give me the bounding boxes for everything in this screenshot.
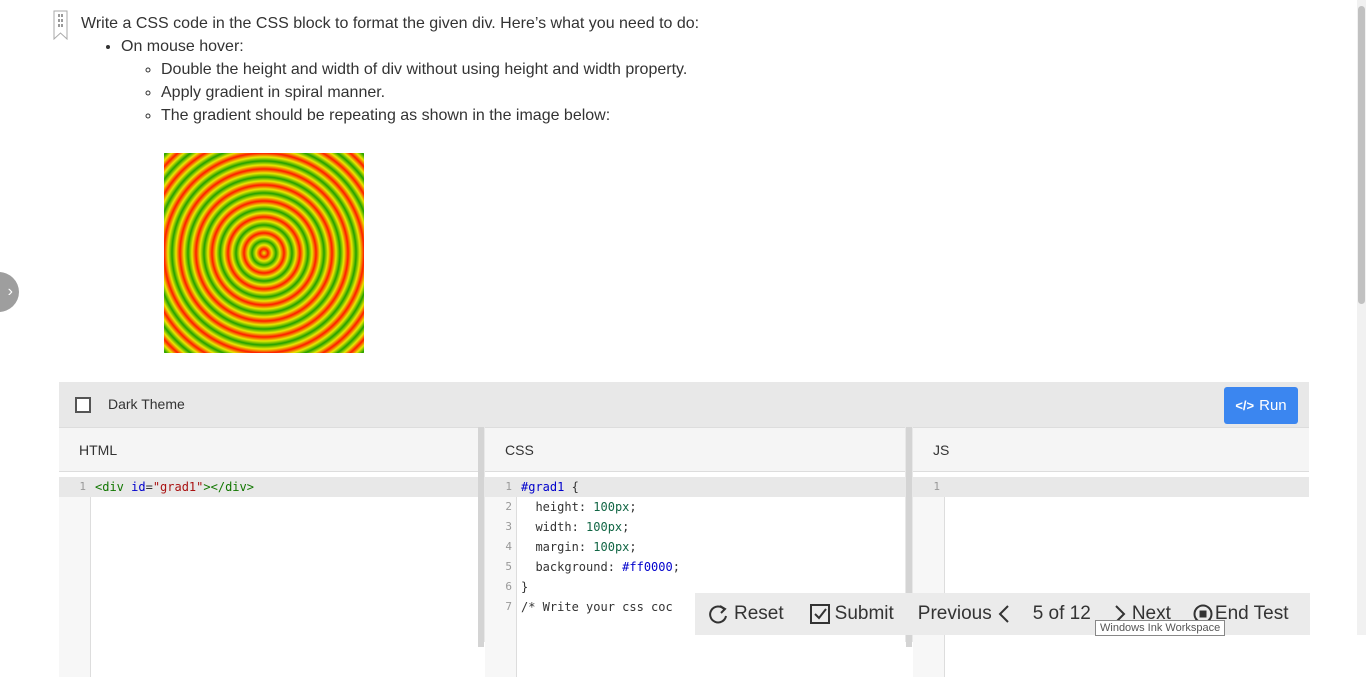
- checkbox-icon: [809, 604, 830, 624]
- bullet-item: On mouse hover: Double the height and wi…: [121, 35, 699, 127]
- side-panel-toggle[interactable]: ›: [0, 272, 19, 312]
- bookmark-icon[interactable]: [53, 10, 68, 40]
- subbullet-item: Double the height and width of div witho…: [161, 58, 699, 81]
- pane-resize-handle[interactable]: [478, 427, 484, 647]
- page-scrollbar[interactable]: [1357, 0, 1366, 635]
- html-line-1-text: <div id="grad1"></div>: [95, 480, 254, 494]
- html-pane: HTML 1 <div id="grad1"></div>: [59, 427, 478, 677]
- reset-button[interactable]: Reset: [707, 603, 784, 625]
- page-indicator: 5 of 12: [1032, 603, 1091, 624]
- tooltip: Windows Ink Workspace: [1095, 620, 1226, 636]
- editor-toolbar: Dark Theme </> Run: [59, 382, 1309, 427]
- previous-button[interactable]: Previous: [918, 603, 1011, 625]
- submit-button[interactable]: Submit: [809, 603, 894, 625]
- dark-theme-checkbox[interactable]: [75, 397, 91, 413]
- code-line[interactable]: 1: [913, 477, 1309, 497]
- code-line[interactable]: 1 <div id="grad1"></div>: [59, 477, 478, 497]
- code-line[interactable]: 4 margin: 100px;: [485, 537, 905, 557]
- html-pane-title: HTML: [59, 428, 478, 472]
- reset-icon: [709, 605, 727, 624]
- css-pane-title: CSS: [485, 428, 905, 472]
- subbullet-item: Apply gradient in spiral manner.: [161, 81, 699, 104]
- dark-theme-label: Dark Theme: [108, 396, 185, 412]
- chevron-right-icon: ›: [7, 283, 13, 300]
- question-intro: Write a CSS code in the CSS block to for…: [81, 15, 700, 32]
- scrollbar-thumb[interactable]: [1358, 6, 1365, 304]
- code-icon: </>: [1235, 398, 1255, 413]
- chevron-left-icon: [998, 605, 1009, 623]
- code-line[interactable]: 5 background: #ff0000;: [485, 557, 905, 577]
- run-button[interactable]: </> Run: [1224, 387, 1298, 424]
- code-line[interactable]: 1 #grad1 {: [485, 477, 905, 497]
- code-line[interactable]: 2 height: 100px;: [485, 497, 905, 517]
- question-text: Write a CSS code in the CSS block to for…: [81, 12, 699, 127]
- line-gutter: [913, 477, 945, 677]
- subbullet-item: The gradient should be repeating as show…: [161, 104, 699, 127]
- code-line[interactable]: 3 width: 100px;: [485, 517, 905, 537]
- line-gutter: [59, 477, 91, 677]
- spiral-gradient-image: [164, 153, 364, 353]
- js-pane-title: JS: [913, 428, 1309, 472]
